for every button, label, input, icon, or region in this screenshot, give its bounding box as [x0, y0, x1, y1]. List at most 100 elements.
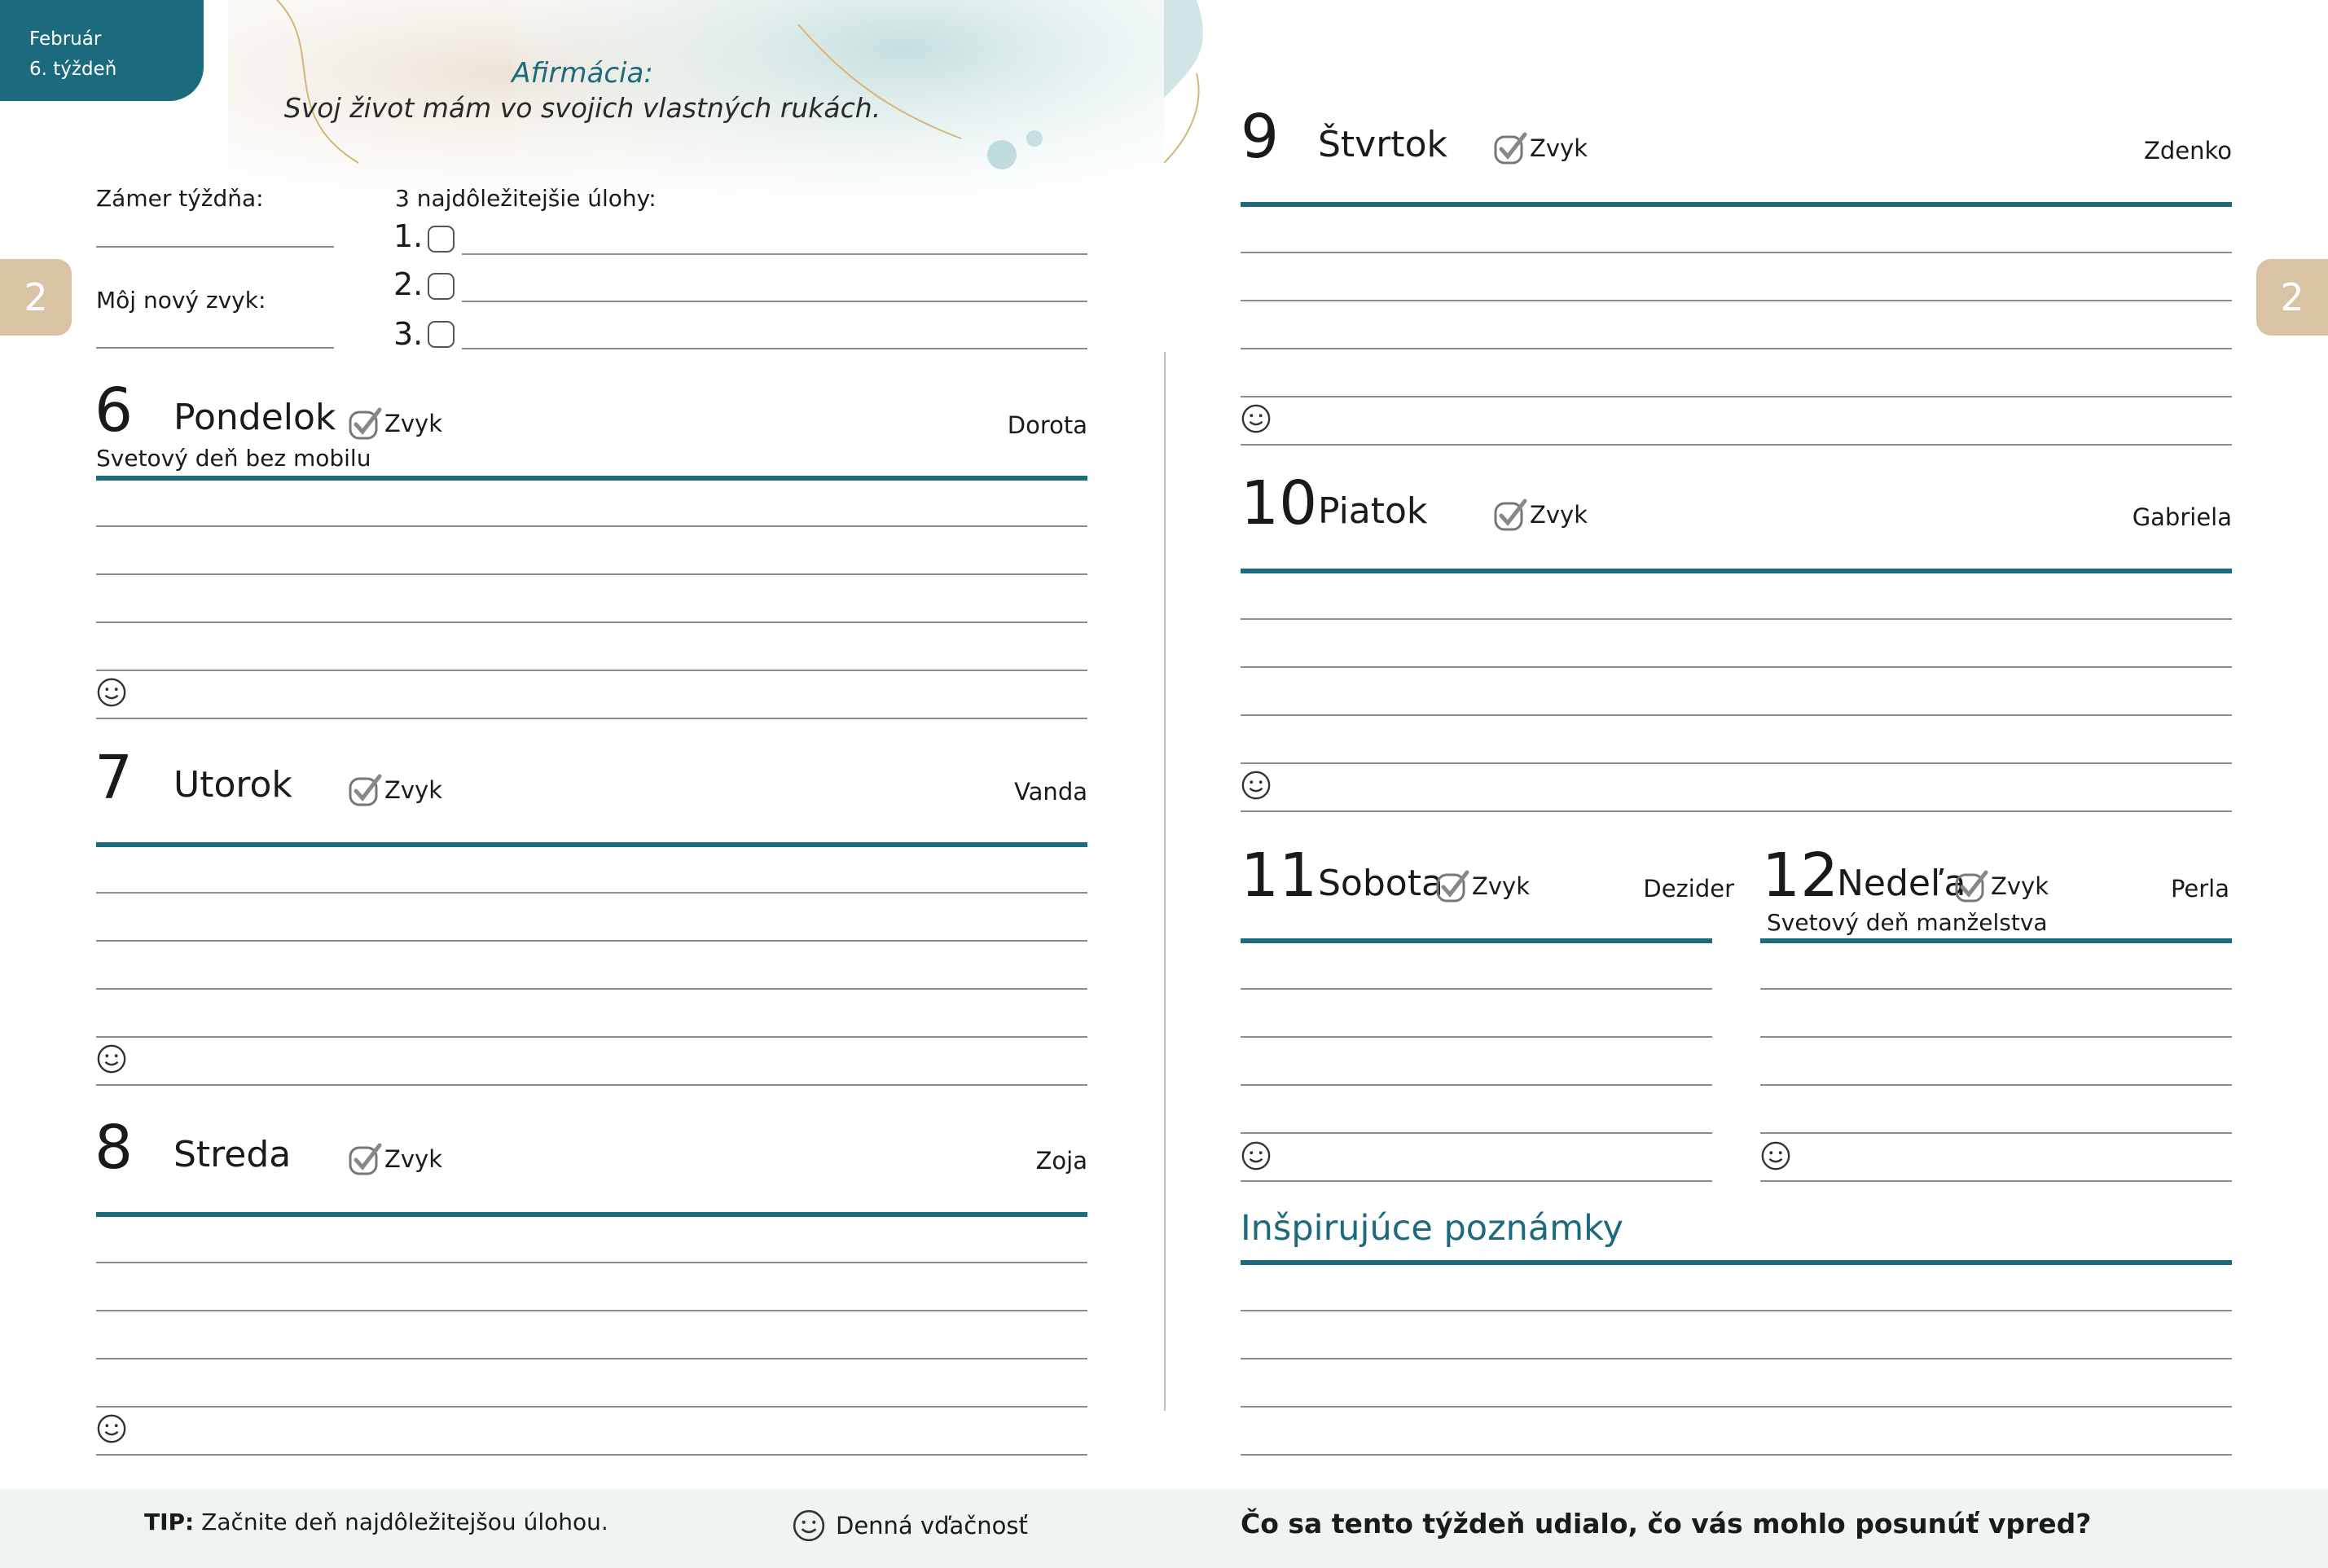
writing-line[interactable]: [1241, 396, 2232, 397]
writing-line[interactable]: [96, 1310, 1087, 1311]
day-name: Nedeľa: [1837, 863, 1966, 904]
smiley-icon[interactable]: [1760, 1140, 1791, 1171]
writing-line[interactable]: [1760, 1084, 2232, 1086]
day-name: Streda: [174, 1134, 292, 1175]
writing-line[interactable]: [1760, 1180, 2232, 1182]
weekly-intent-line[interactable]: [96, 246, 334, 248]
writing-line[interactable]: [96, 621, 1087, 623]
writing-line[interactable]: [1241, 252, 2232, 253]
task-checkbox-icon[interactable]: [428, 321, 455, 348]
notes-line[interactable]: [1241, 1406, 2232, 1408]
habit-check[interactable]: Zvyk: [349, 407, 442, 440]
writing-line[interactable]: [1760, 1132, 2232, 1134]
day-header-rule[interactable]: [1760, 938, 2232, 943]
smiley-icon[interactable]: [1241, 770, 1272, 801]
top-tasks-label: 3 najdôležitejšie úlohy:: [395, 185, 657, 212]
new-habit-label: Môj nový zvyk:: [96, 287, 266, 314]
notes-line[interactable]: [1241, 1358, 2232, 1359]
smiley-icon[interactable]: [1241, 403, 1272, 434]
nameday: Dorota: [1007, 411, 1087, 439]
habit-check[interactable]: Zvyk: [349, 1143, 442, 1175]
left-side-tab[interactable]: 2: [0, 259, 72, 336]
habit-label: Zvyk: [384, 1145, 442, 1173]
task-line[interactable]: [462, 253, 1087, 255]
writing-line[interactable]: [96, 1358, 1087, 1359]
nameday: Perla: [2170, 875, 2229, 903]
writing-line[interactable]: [1241, 714, 2232, 716]
habit-check[interactable]: Zvyk: [1494, 499, 1588, 531]
event-label: Svetový deň manželstva: [1767, 909, 2048, 936]
writing-line[interactable]: [96, 573, 1087, 575]
notes-line[interactable]: [1241, 1454, 2232, 1456]
smiley-icon[interactable]: [96, 1413, 127, 1444]
day-header-rule[interactable]: [1241, 569, 2232, 573]
tip-text: TIP: Začnite deň najdôležitejšou úlohou.: [144, 1509, 608, 1535]
smiley-icon[interactable]: [1241, 1140, 1272, 1171]
day-number: 10: [1241, 468, 1318, 538]
day-header-rule[interactable]: [1241, 938, 1712, 943]
writing-line[interactable]: [1241, 762, 2232, 764]
writing-line[interactable]: [1241, 810, 2232, 812]
writing-line[interactable]: [96, 1262, 1087, 1263]
nameday: Vanda: [1014, 778, 1087, 806]
habit-check[interactable]: Zvyk: [1955, 870, 2049, 903]
writing-line[interactable]: [1241, 1132, 1712, 1134]
day-name: Utorok: [174, 764, 292, 806]
day-name: Sobota: [1318, 863, 1443, 904]
writing-line[interactable]: [1241, 988, 1712, 990]
right-page: 2 9 Štvrtok Zvyk Zdenko 10 Piatok Zvyk G…: [1164, 0, 2328, 1568]
writing-line[interactable]: [96, 1036, 1087, 1038]
writing-line[interactable]: [96, 1084, 1087, 1086]
habit-check-icon: [1436, 870, 1469, 903]
month-week-tab: Február 6. týždeň: [0, 0, 204, 101]
writing-line[interactable]: [1241, 300, 2232, 301]
writing-line[interactable]: [96, 940, 1087, 942]
notes-line[interactable]: [1241, 1310, 2232, 1311]
task-checkbox-icon[interactable]: [428, 273, 455, 300]
day-header-rule[interactable]: [96, 842, 1087, 847]
month-label: Február: [29, 29, 102, 50]
gratitude-label: Denná vďačnosť: [836, 1512, 1028, 1539]
habit-check-icon: [1494, 132, 1527, 165]
new-habit-line[interactable]: [96, 347, 334, 349]
writing-line[interactable]: [1241, 1084, 1712, 1086]
day-number: 12: [1762, 841, 1839, 911]
day-header-rule[interactable]: [96, 476, 1087, 481]
smiley-icon[interactable]: [96, 1043, 127, 1074]
day-number: 6: [94, 376, 134, 446]
day-name: Piatok: [1318, 490, 1428, 532]
day-header-rule[interactable]: [1241, 202, 2232, 207]
habit-check[interactable]: Zvyk: [349, 774, 442, 806]
day-header-rule[interactable]: [96, 1212, 1087, 1217]
writing-line[interactable]: [1760, 1036, 2232, 1038]
writing-line[interactable]: [1241, 444, 2232, 446]
writing-line[interactable]: [96, 670, 1087, 671]
habit-check[interactable]: Zvyk: [1436, 870, 1530, 903]
task-number: 3.: [393, 316, 424, 352]
task-line[interactable]: [462, 301, 1087, 302]
habit-label: Zvyk: [1991, 872, 2049, 900]
writing-line[interactable]: [1241, 618, 2232, 620]
writing-line[interactable]: [96, 988, 1087, 990]
smiley-icon[interactable]: [96, 677, 127, 708]
writing-line[interactable]: [1760, 988, 2232, 990]
habit-label: Zvyk: [1472, 872, 1530, 900]
smiley-icon: [793, 1509, 825, 1542]
writing-line[interactable]: [1241, 348, 2232, 349]
writing-line[interactable]: [96, 892, 1087, 894]
writing-line[interactable]: [1241, 666, 2232, 668]
notes-header-rule[interactable]: [1241, 1260, 2232, 1265]
day-name: Štvrtok: [1318, 124, 1447, 165]
right-side-tab[interactable]: 2: [2256, 259, 2328, 336]
task-checkbox-icon[interactable]: [428, 226, 455, 253]
task-line[interactable]: [462, 348, 1087, 349]
day-number: 11: [1241, 841, 1318, 911]
writing-line[interactable]: [96, 1406, 1087, 1408]
writing-line[interactable]: [1241, 1180, 1712, 1182]
writing-line[interactable]: [96, 525, 1087, 527]
writing-line[interactable]: [96, 1454, 1087, 1456]
nameday: Zoja: [1035, 1147, 1087, 1175]
writing-line[interactable]: [1241, 1036, 1712, 1038]
writing-line[interactable]: [96, 718, 1087, 719]
habit-check[interactable]: Zvyk: [1494, 132, 1588, 165]
